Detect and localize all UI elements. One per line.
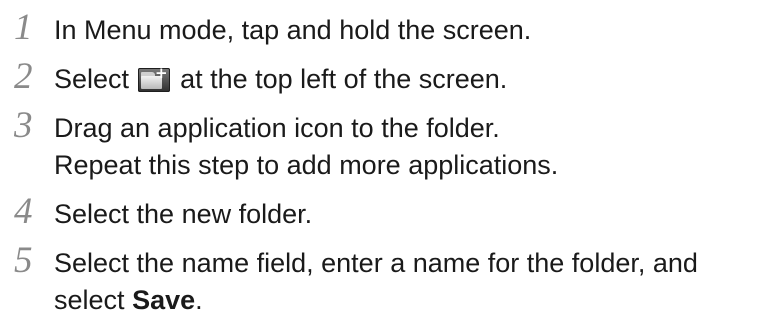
step-number: 1 — [14, 7, 33, 48]
step-text-before-bold: select — [54, 285, 125, 315]
step-text-before-icon: Select — [54, 64, 130, 94]
add-folder-icon: + — [137, 66, 170, 92]
step-text: Select the name field, enter a name for … — [54, 245, 751, 319]
step-text: Select + at the top left of the screen. — [54, 61, 751, 98]
step-number: 5 — [14, 240, 33, 281]
step-text: In Menu mode, tap and hold the screen. — [54, 12, 751, 49]
save-keyword: Save — [132, 285, 196, 315]
step-number: 2 — [14, 56, 33, 97]
step-line: Select + at the top left of the screen. — [54, 61, 751, 98]
step-text: Drag an application icon to the folder. … — [54, 110, 751, 184]
step-line: Drag an application icon to the folder. — [54, 113, 500, 143]
step-text: Select the new folder. — [54, 196, 751, 233]
step-line: Repeat this step to add more application… — [54, 150, 559, 180]
step-text-after-icon: at the top left of the screen. — [180, 64, 508, 94]
step-number: 4 — [14, 191, 33, 232]
step-line: Select the name field, enter a name for … — [54, 248, 698, 278]
step-number: 3 — [14, 105, 33, 146]
step-line: In Menu mode, tap and hold the screen. — [54, 15, 532, 45]
step-line: Select the new folder. — [54, 199, 313, 229]
step-text-after-bold: . — [195, 285, 203, 315]
step-line: select Save. — [54, 282, 751, 319]
